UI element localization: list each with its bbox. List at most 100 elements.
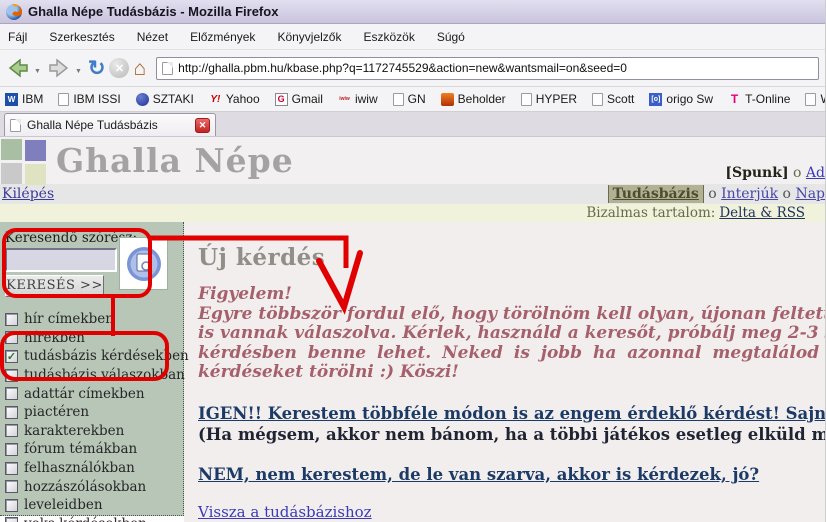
filter-row[interactable]: tudásbázis válaszokban	[5, 366, 183, 385]
filter-label: karakterekben	[24, 423, 124, 439]
filter-row[interactable]: hírekben	[5, 329, 183, 348]
tab-ghalla-nepe-tudasbazis[interactable]: Ghalla Népe Tudásbázis ✕	[4, 113, 216, 136]
bookmark-item[interactable]: HYPER	[521, 92, 577, 106]
bookmark-label: IBM ISSI	[73, 92, 120, 106]
bookmark-item[interactable]: SZTAKI	[136, 92, 194, 106]
forward-button[interactable]	[47, 53, 71, 83]
navigation-toolbar: ▼ ▼ ↻ ✕ ⌂ http://ghalla.pbm.hu/kbase.php…	[0, 50, 825, 87]
logout-link[interactable]: Kilépés	[2, 186, 54, 202]
filter-row[interactable]: adattár címekben	[5, 384, 183, 403]
bookmark-item[interactable]: Beholder	[441, 92, 506, 106]
back-history-dropdown[interactable]: ▼	[34, 68, 41, 75]
forward-arrow-icon	[47, 57, 71, 79]
note-text: (Ha mégsem, akkor nem bánom, ha a többi …	[198, 425, 826, 444]
checkbox-icon[interactable]	[5, 462, 18, 475]
bookmark-item[interactable]: TT-Online	[728, 92, 790, 106]
section-nav: Tudásbázis o Interjúk o Nap	[608, 186, 825, 202]
warning-line: Egyre többször fordul elő, hogy törölnöm…	[198, 305, 826, 325]
bookmark-item[interactable]: GN	[393, 92, 426, 106]
filter-label: leveleidben	[24, 497, 103, 513]
checkbox-icon[interactable]	[5, 406, 18, 419]
filter-label: piactéren	[24, 404, 89, 420]
menu-6[interactable]: Eszközök	[363, 30, 414, 44]
menu-2[interactable]: Szerkesztés	[49, 30, 114, 44]
filter-label: hozzászólásokban	[24, 479, 146, 495]
page-title: Új kérdés	[198, 244, 826, 271]
warning-line: kérdésben benne lehet. Neked is jobb ha …	[198, 344, 826, 364]
checkbox-icon[interactable]	[5, 387, 18, 400]
bookmark-item[interactable]: Y!Yahoo	[209, 92, 260, 106]
menu-1[interactable]: Fájl	[8, 30, 27, 44]
bookmark-item[interactable]: WIBM	[5, 92, 43, 106]
menu-4[interactable]: Előzmények	[190, 30, 255, 44]
yes-searched-link[interactable]: IGEN!! Kerestem többféle módon is az eng…	[198, 404, 826, 423]
filter-row[interactable]: hír címekben	[5, 310, 183, 329]
checkbox-icon[interactable]	[5, 313, 18, 326]
filter-row[interactable]: fórum témákban	[5, 440, 183, 459]
stop-button[interactable]: ✕	[109, 53, 129, 83]
filter-row[interactable]: piactéren	[5, 403, 183, 422]
bookmark-item[interactable]: Scott	[592, 92, 634, 106]
address-url: http://ghalla.pbm.hu/kbase.php?q=1172745…	[178, 61, 627, 75]
bookmark-label: Yahoo	[226, 92, 260, 106]
separator: o	[783, 186, 791, 202]
home-button[interactable]: ⌂	[133, 53, 146, 83]
forward-history-dropdown[interactable]: ▼	[75, 68, 82, 75]
tab-title: Ghalla Népe Tudásbázis	[27, 118, 189, 132]
search-button[interactable]: KERESÉS >>	[5, 275, 104, 297]
site-header: Ghalla Népe [Spunk] o Ad	[0, 137, 825, 184]
nav-link-nap[interactable]: Nap	[795, 186, 825, 202]
tab-favicon-icon	[10, 119, 21, 132]
checkbox-checked-icon[interactable]: ✓	[5, 350, 18, 363]
reload-button[interactable]: ↻	[88, 53, 106, 83]
checkbox-icon[interactable]	[5, 443, 18, 456]
bookmark-item[interactable]: [o]origo Sw	[649, 92, 713, 106]
filter-label: hír címekben	[24, 311, 114, 327]
menu-7[interactable]: Súgó	[437, 30, 465, 44]
no-searched-link[interactable]: NEM, nem kerestem, de le van szarva, akk…	[198, 465, 759, 484]
stop-icon: ✕	[109, 58, 129, 78]
bookmark-item[interactable]: GGmail	[275, 92, 323, 106]
filter-label: voks kérdésekben	[24, 516, 147, 522]
bookmark-label: GN	[408, 92, 426, 106]
ibm-favicon-icon: W	[5, 93, 18, 106]
bookmark-item[interactable]: Wine HQ	[805, 92, 825, 106]
menu-bar: Fájl Szerkesztés Nézet Előzmények Könyvjelző…	[0, 24, 825, 50]
bookmark-label: SZTAKI	[153, 92, 194, 106]
page-favicon-icon	[592, 93, 603, 106]
page-favicon-icon	[805, 93, 816, 106]
filter-row[interactable]: ✓tudásbázis kérdésekben	[5, 347, 183, 366]
search-input[interactable]	[5, 248, 117, 272]
filter-label: fórum témákban	[24, 441, 137, 457]
filter-row[interactable]: karakterekben	[5, 422, 183, 441]
bookmark-item[interactable]: IBM ISSI	[58, 92, 120, 106]
back-to-kb-link[interactable]: Vissza a tudásbázishoz	[198, 503, 372, 521]
filter-row[interactable]: leveleidben	[5, 496, 183, 515]
address-bar[interactable]: http://ghalla.pbm.hu/kbase.php?q=1172745…	[156, 57, 819, 80]
filter-row[interactable]: felhasználókban	[5, 459, 183, 478]
checkbox-icon[interactable]	[5, 499, 18, 512]
user-link[interactable]: Ad	[806, 165, 825, 181]
nav-tab-tudasbazis[interactable]: Tudásbázis	[608, 185, 704, 203]
menu-5[interactable]: Könyvjelzők	[277, 30, 341, 44]
page-favicon-icon	[393, 93, 404, 106]
filter-row[interactable]: hozzászólásokban	[5, 477, 183, 496]
nav-link-interjuk[interactable]: Interjúk	[721, 186, 778, 202]
checkbox-icon[interactable]	[5, 517, 18, 522]
search-doc-icon	[124, 244, 164, 284]
warning-title: Figyelem!	[198, 285, 826, 305]
checkbox-icon[interactable]	[5, 424, 18, 437]
checkbox-icon[interactable]	[5, 369, 18, 382]
menu-3[interactable]: Nézet	[137, 30, 168, 44]
checkbox-icon[interactable]	[5, 331, 18, 344]
filter-row[interactable]: voks kérdésekben	[5, 515, 183, 522]
confidential-link[interactable]: Delta & RSS	[719, 205, 805, 221]
tab-close-icon[interactable]: ✕	[195, 118, 210, 133]
search-doc-button[interactable]	[119, 237, 168, 290]
back-button[interactable]	[6, 53, 30, 83]
separator: o	[708, 186, 716, 202]
page-favicon-icon	[58, 93, 69, 106]
bookmark-item[interactable]: iwiwiwiw	[338, 92, 378, 106]
bookmark-label: Scott	[607, 92, 634, 106]
checkbox-icon[interactable]	[5, 480, 18, 493]
